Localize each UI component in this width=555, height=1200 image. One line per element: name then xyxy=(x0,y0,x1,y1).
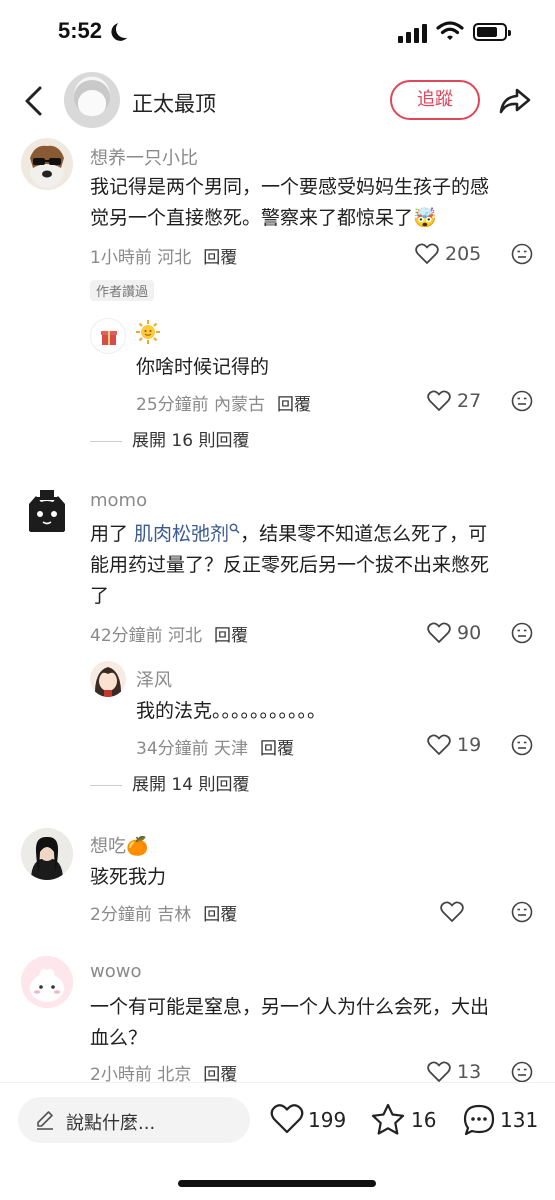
dog-avatar-icon xyxy=(21,138,73,190)
heart-icon xyxy=(270,1104,304,1134)
battery-icon xyxy=(473,23,511,41)
commenter-avatar[interactable] xyxy=(21,486,73,538)
wifi-icon xyxy=(436,21,464,40)
commenter-name[interactable]: wowo xyxy=(90,961,141,982)
expand-replies-button[interactable]: 展開 16 則回覆 xyxy=(90,426,249,451)
reply-text: 你啥时候记得的 xyxy=(136,356,270,378)
follow-button[interactable]: 追蹤 xyxy=(390,80,480,120)
like-count: 13 xyxy=(457,1061,482,1083)
commenter-name[interactable]: 想吃🍊 xyxy=(90,832,148,858)
like-count: 27 xyxy=(457,390,482,412)
reply-button[interactable]: 回覆 xyxy=(277,395,311,415)
pencil-icon xyxy=(37,1111,53,1130)
comment-text: 我记得是两个男同，一个要感受妈妈生孩子的感 觉另一个直接憋死。警察来了都惊呆了🤯 xyxy=(90,176,490,229)
author-name[interactable]: 正太最顶 xyxy=(132,88,216,118)
comment-time-location: 2分鐘前 吉林 xyxy=(90,905,192,925)
reply-meta: 34分鐘前 天津 回覆 xyxy=(136,734,294,759)
like-count: 205 xyxy=(445,243,482,265)
comment-meta: 2分鐘前 吉林 回覆 xyxy=(90,900,237,925)
emoji-react-icon[interactable] xyxy=(511,1061,533,1083)
sun-emoji-icon xyxy=(136,320,160,344)
gift-icon xyxy=(101,331,117,345)
emoji-react-icon[interactable] xyxy=(511,901,533,923)
heart-icon xyxy=(427,734,451,755)
comment-input-placeholder: 說點什麼... xyxy=(66,1113,156,1134)
comment-input[interactable]: 說點什麼... xyxy=(18,1097,250,1143)
moon-icon xyxy=(115,19,136,40)
comment-time-location: 1小時前 河北 xyxy=(90,248,192,268)
back-button[interactable] xyxy=(20,84,50,118)
post-header: 正太最顶 追蹤 xyxy=(0,64,555,136)
emoji-react-icon[interactable] xyxy=(511,243,533,265)
commenter-name[interactable]: momo xyxy=(90,490,147,511)
commenter-name[interactable]: 想养一只小比 xyxy=(90,144,198,170)
status-bar: 5:52 xyxy=(0,0,555,64)
emoji-react-icon[interactable] xyxy=(511,734,533,756)
heart-icon xyxy=(440,901,464,922)
portrait-avatar-icon xyxy=(21,828,73,880)
reply-button[interactable]: 回覆 xyxy=(260,739,294,759)
reply-button[interactable]: 回覆 xyxy=(214,626,248,646)
post-comment-count: 131 xyxy=(500,1108,539,1132)
commenter-avatar[interactable] xyxy=(21,828,73,880)
post-like-count: 199 xyxy=(308,1108,347,1132)
commenter-avatar[interactable] xyxy=(21,138,73,190)
comment-time-location: 42分鐘前 河北 xyxy=(90,626,203,646)
emoji-react-icon[interactable] xyxy=(511,622,533,644)
reply-text: 我的法克。。。。。。。。。。。 xyxy=(136,700,327,722)
anime-avatar-icon xyxy=(90,661,126,697)
author-avatar[interactable] xyxy=(64,72,120,128)
reply-button[interactable]: 回覆 xyxy=(203,905,237,925)
comment-text: 用了 肌肉松弛剂 ，结果零不知道怎么死了，可 能用药过量了？反正零死后另一个拔不出… xyxy=(90,523,490,607)
reply-time-location: 25分鐘前 內蒙古 xyxy=(136,395,266,415)
search-icon xyxy=(229,523,240,534)
divider-line xyxy=(90,784,122,786)
comment-text: 一个有可能是窒息，另一个人为什么会死，大出 血么？ xyxy=(90,996,490,1049)
cat-avatar-icon xyxy=(21,486,73,538)
search-link[interactable]: 肌肉松弛剂 xyxy=(134,523,240,545)
expand-replies-button[interactable]: 展開 14 則回覆 xyxy=(90,770,249,795)
signal-icon xyxy=(398,23,428,43)
replier-name[interactable]: 泽风 xyxy=(136,666,172,692)
comment-meta: 42分鐘前 河北 回覆 xyxy=(90,621,248,646)
heart-icon xyxy=(415,243,439,264)
like-count: 19 xyxy=(457,734,482,756)
commenter-avatar[interactable] xyxy=(21,956,73,1008)
comment-meta: 1小時前 河北 回覆 xyxy=(90,243,237,268)
star-icon xyxy=(371,1103,405,1135)
replier-avatar[interactable] xyxy=(90,661,126,697)
heart-icon xyxy=(427,1061,451,1082)
reply-button[interactable]: 回覆 xyxy=(203,248,237,268)
post-collect-count: 16 xyxy=(411,1108,437,1132)
status-time: 5:52 xyxy=(58,18,103,43)
divider-line xyxy=(90,440,122,442)
replier-name[interactable] xyxy=(136,320,160,349)
replier-avatar[interactable] xyxy=(90,318,126,354)
reply-time-location: 34分鐘前 天津 xyxy=(136,739,249,759)
reply-meta: 25分鐘前 內蒙古 回覆 xyxy=(136,390,311,415)
author-liked-badge: 作者讚過 xyxy=(90,280,155,301)
like-count: 90 xyxy=(457,622,482,644)
heart-icon xyxy=(427,622,451,643)
heart-icon xyxy=(427,390,451,411)
comment-text: 骇死我力 xyxy=(90,866,167,888)
share-icon[interactable] xyxy=(498,84,532,118)
home-indicator[interactable] xyxy=(178,1180,376,1187)
comment-bubble-icon xyxy=(463,1104,495,1136)
bunny-avatar-icon xyxy=(21,956,73,1008)
emoji-react-icon[interactable] xyxy=(511,390,533,412)
